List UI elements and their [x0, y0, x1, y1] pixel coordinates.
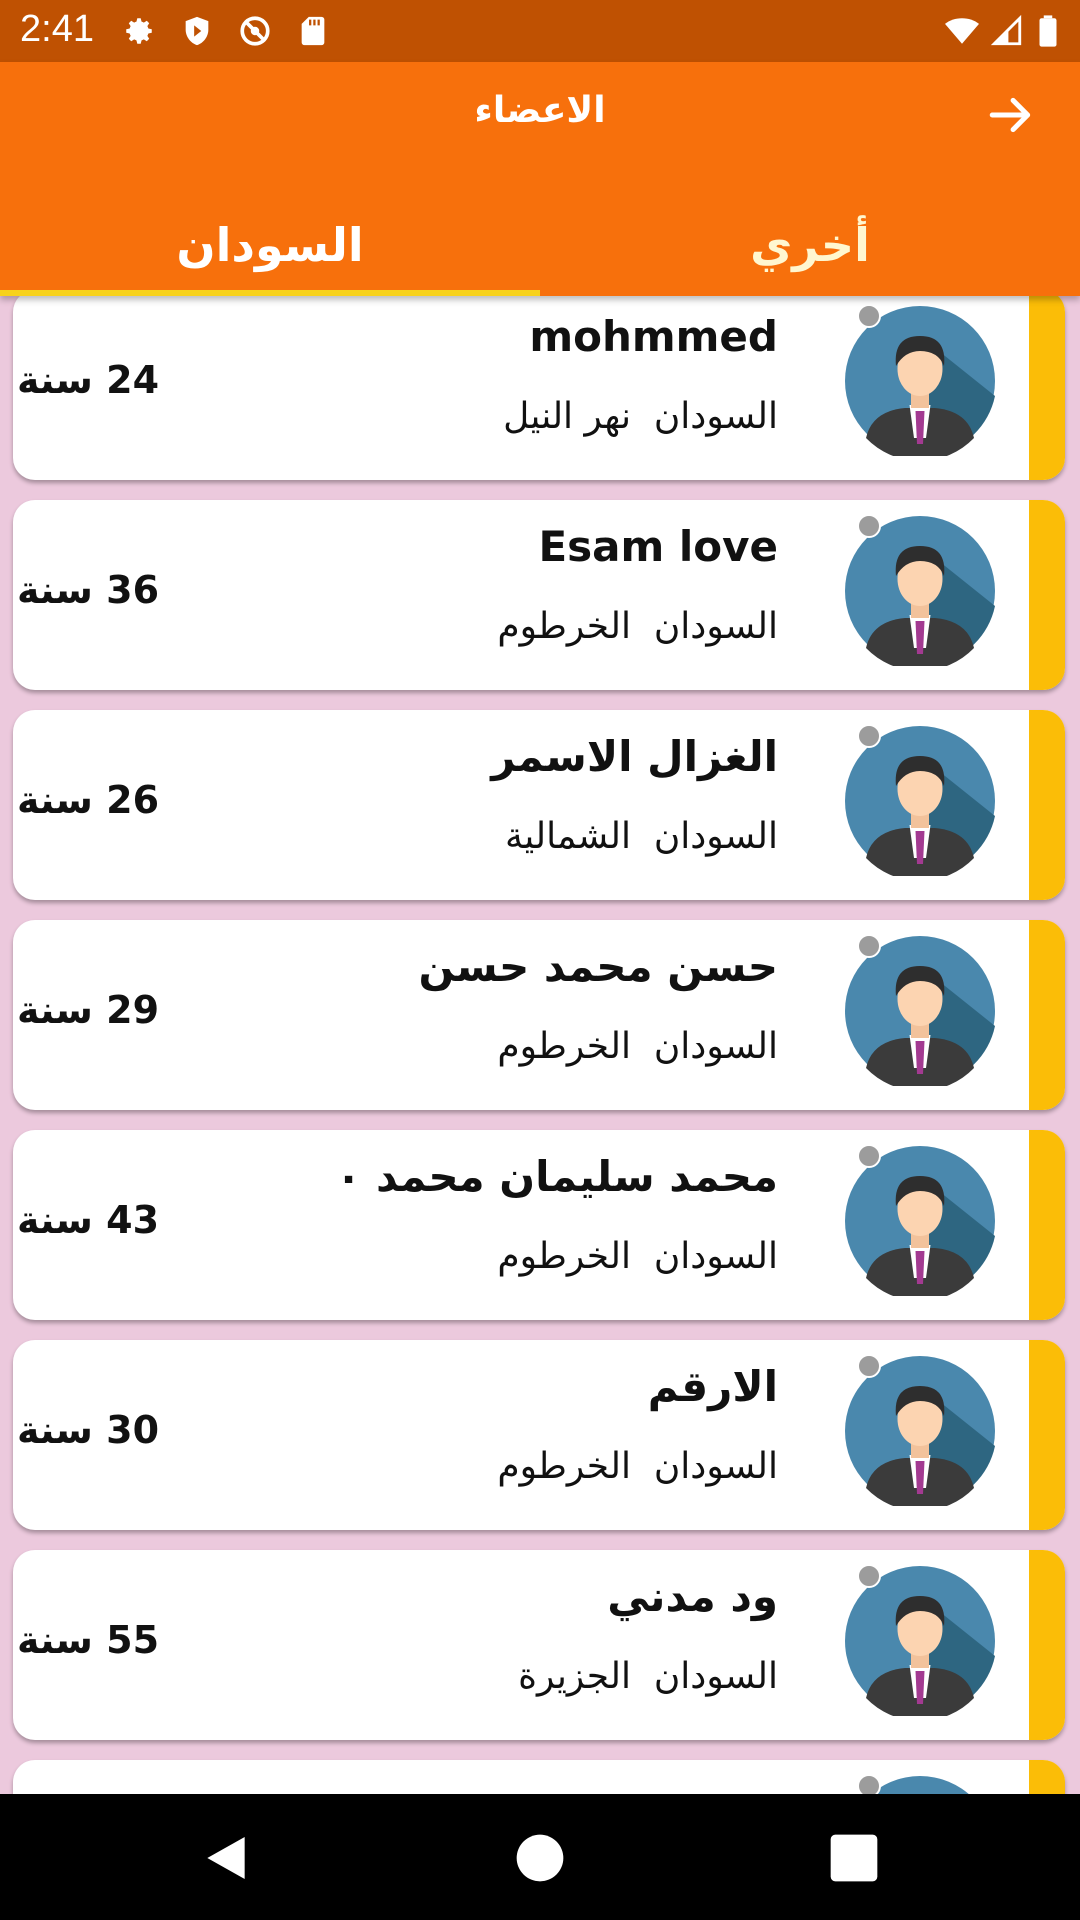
sd-card-icon [301, 16, 325, 46]
member-name: mohmmed [529, 312, 778, 361]
online-status-dot [857, 724, 881, 748]
member-location: السودان الخرطوم [497, 1026, 778, 1067]
card-accent-stripe [1029, 1760, 1065, 1794]
sync-off-icon [240, 16, 270, 46]
card-accent-stripe [1029, 1550, 1065, 1740]
card-accent-stripe [1029, 500, 1065, 690]
avatar-icon [845, 726, 995, 876]
page-title: الاعضاء [474, 90, 606, 131]
card-accent-stripe [1029, 1340, 1065, 1530]
member-age: 55 سنة [17, 1618, 160, 1662]
member-location: السودان الشمالية [504, 816, 778, 857]
battery-icon [1039, 15, 1057, 47]
member-age: 24 سنة [17, 358, 160, 402]
member-location: السودان الخرطوم [497, 606, 778, 647]
online-status-dot [857, 1774, 881, 1794]
card-accent-stripe [1029, 710, 1065, 900]
member-card[interactable]: الارقم السودان الخرطوم 30 سنة [13, 1340, 1065, 1530]
status-time: 2:41 [20, 8, 94, 50]
card-accent-stripe [1029, 920, 1065, 1110]
avatar-icon [845, 516, 995, 666]
avatar-icon [845, 306, 995, 456]
home-nav-icon[interactable] [512, 1830, 568, 1886]
online-status-dot [857, 1354, 881, 1378]
card-accent-stripe [1029, 1130, 1065, 1320]
member-location: السودان نهر النيل [503, 396, 778, 437]
app-bar: الاعضاء السودان أخري [0, 62, 1080, 296]
tab-sudan[interactable]: السودان [0, 210, 540, 296]
member-card[interactable]: حسن محمد حسن السودان الخرطوم 29 سنة [13, 920, 1065, 1110]
member-age: 43 سنة [17, 1198, 160, 1242]
member-card-partial[interactable] [13, 1760, 1065, 1794]
back-nav-icon[interactable] [198, 1830, 254, 1886]
avatar-icon [845, 1356, 995, 1506]
member-name: الارقم [647, 1362, 778, 1411]
status-bar: 2:41 [0, 0, 1080, 62]
online-status-dot [857, 1144, 881, 1168]
member-age: 36 سنة [17, 568, 160, 612]
avatar-icon [845, 1566, 995, 1716]
online-status-dot [857, 304, 881, 328]
member-name: الغزال الاسمر [491, 732, 778, 781]
member-name: Esam love [538, 522, 778, 571]
online-status-dot [857, 934, 881, 958]
card-accent-stripe [1029, 296, 1065, 480]
tab-indicator [0, 290, 540, 296]
wifi-icon [945, 18, 979, 44]
member-name: حسن محمد حسن [418, 942, 778, 991]
member-name: ود مدني [607, 1572, 778, 1621]
member-card[interactable]: Esam love السودان الخرطوم 36 سنة [13, 500, 1065, 690]
member-name: محمد سليمان محمد ٠ [335, 1152, 778, 1201]
members-list[interactable]: mohmmed السودان نهر النيل 24 سنة Esam lo… [0, 296, 1080, 1794]
recents-nav-icon[interactable] [826, 1830, 882, 1886]
signal-icon [990, 14, 1022, 46]
arrow-right-icon[interactable] [986, 90, 1036, 140]
online-status-dot [857, 514, 881, 538]
system-nav-bar [0, 1794, 1080, 1920]
member-location: السودان الجزيرة [518, 1656, 778, 1697]
settings-icon [126, 18, 152, 44]
member-location: السودان الخرطوم [497, 1446, 778, 1487]
avatar-icon [845, 936, 995, 1086]
tab-other[interactable]: أخري [540, 210, 1080, 296]
member-age: 29 سنة [17, 988, 160, 1032]
member-card[interactable]: mohmmed السودان نهر النيل 24 سنة [13, 296, 1065, 480]
member-age: 30 سنة [17, 1408, 160, 1452]
member-card[interactable]: محمد سليمان محمد ٠ السودان الخرطوم 43 سن… [13, 1130, 1065, 1320]
avatar-icon [845, 1146, 995, 1296]
member-card[interactable]: الغزال الاسمر السودان الشمالية 26 سنة [13, 710, 1065, 900]
member-age: 26 سنة [17, 778, 160, 822]
member-card[interactable]: ود مدني السودان الجزيرة 55 سنة [13, 1550, 1065, 1740]
member-location: السودان الخرطوم [497, 1236, 778, 1277]
shield-icon [185, 16, 209, 46]
online-status-dot [857, 1564, 881, 1588]
